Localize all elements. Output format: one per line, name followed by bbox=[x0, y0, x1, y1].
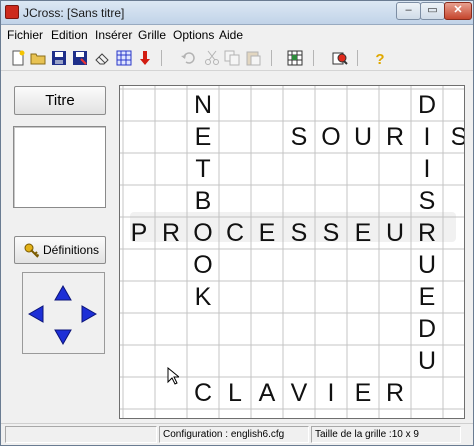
menu-options[interactable]: Options bbox=[173, 28, 214, 42]
key-icon bbox=[24, 242, 40, 268]
svg-text:?: ? bbox=[375, 51, 384, 66]
grid-cell-letter[interactable]: U bbox=[379, 217, 411, 249]
status-bar: Configuration : english6.cfg Taille de l… bbox=[1, 423, 473, 445]
grid-cell-letter[interactable]: R bbox=[379, 377, 411, 409]
grid-cell-letter[interactable]: E bbox=[187, 121, 219, 153]
undo-icon[interactable] bbox=[179, 49, 197, 67]
toolbar: ? bbox=[1, 45, 473, 71]
direction-pad bbox=[22, 272, 105, 354]
arrow-left-icon[interactable] bbox=[26, 304, 46, 324]
toolbar-separator bbox=[161, 50, 162, 66]
grid-cell-letter[interactable]: S bbox=[283, 217, 315, 249]
definitions-button[interactable]: Définitions bbox=[14, 236, 106, 264]
menu-bar: Fichier Edition Insérer Grille Options A… bbox=[1, 25, 473, 45]
title-button[interactable]: Titre bbox=[14, 86, 106, 115]
grid-cell-letter[interactable]: C bbox=[187, 377, 219, 409]
copy-icon[interactable] bbox=[223, 49, 241, 67]
maximize-button[interactable]: ▭ bbox=[420, 2, 445, 20]
menu-aide[interactable]: Aide bbox=[219, 28, 243, 42]
status-grid-size: Taille de la grille :10 x 9 bbox=[311, 426, 461, 443]
grid-cell-letter[interactable]: T bbox=[187, 153, 219, 185]
grid-pattern-icon[interactable] bbox=[115, 49, 133, 67]
arrow-down-icon[interactable] bbox=[53, 327, 73, 347]
window-title: JCross: [Sans titre] bbox=[23, 6, 125, 20]
status-message bbox=[5, 426, 157, 443]
menu-edition[interactable]: Edition bbox=[51, 28, 88, 42]
grid-cell-letter[interactable]: E bbox=[251, 217, 283, 249]
save-as-icon[interactable] bbox=[71, 49, 89, 67]
toolbar-separator bbox=[357, 50, 358, 66]
grid-cell-letter[interactable]: U bbox=[347, 121, 379, 153]
open-folder-icon[interactable] bbox=[29, 49, 47, 67]
app-icon bbox=[5, 5, 19, 19]
grid-cell-letter[interactable]: S bbox=[411, 185, 443, 217]
print-preview-icon[interactable] bbox=[331, 49, 349, 67]
grid-cell-letter[interactable]: S bbox=[315, 217, 347, 249]
grid-cell-letter[interactable]: D bbox=[411, 89, 443, 121]
toolbar-separator bbox=[313, 50, 314, 66]
title-text-area[interactable] bbox=[13, 126, 106, 208]
eraser-icon[interactable] bbox=[93, 49, 111, 67]
grid-cell-letter[interactable]: R bbox=[155, 217, 187, 249]
grid-cell-letter[interactable]: E bbox=[347, 377, 379, 409]
arrow-up-icon[interactable] bbox=[53, 283, 73, 303]
grid-cell-letter[interactable]: S bbox=[443, 121, 464, 153]
grid-cell-letter[interactable]: B bbox=[187, 185, 219, 217]
grid-cell-letter[interactable]: R bbox=[379, 121, 411, 153]
menu-inserer[interactable]: Insérer bbox=[95, 28, 132, 42]
paste-icon[interactable] bbox=[244, 49, 262, 67]
down-arrow-red-icon[interactable] bbox=[136, 49, 154, 67]
grid-cell-letter[interactable]: E bbox=[347, 217, 379, 249]
close-button[interactable]: ✕ bbox=[444, 2, 472, 20]
grid-cell-letter[interactable]: L bbox=[219, 377, 251, 409]
toolbar-separator bbox=[271, 50, 272, 66]
grid-cell-letter[interactable]: O bbox=[187, 217, 219, 249]
grid-settings-icon[interactable] bbox=[286, 49, 304, 67]
new-file-icon[interactable] bbox=[9, 49, 27, 67]
grid-cell-letter[interactable]: S bbox=[283, 121, 315, 153]
app-window: JCross: [Sans titre] – ▭ ✕ Fichier Editi… bbox=[0, 0, 474, 446]
grid-cell-letter[interactable]: N bbox=[187, 89, 219, 121]
grid-cell-letter[interactable]: O bbox=[187, 249, 219, 281]
grid-cell-letter[interactable]: I bbox=[315, 377, 347, 409]
definitions-label: Définitions bbox=[43, 243, 100, 257]
grid-cell-letter[interactable]: I bbox=[411, 121, 443, 153]
grid-cell-letter[interactable]: U bbox=[411, 249, 443, 281]
cut-icon[interactable] bbox=[203, 49, 221, 67]
grid-cell-letter[interactable]: K bbox=[187, 281, 219, 313]
help-question-icon[interactable]: ? bbox=[371, 49, 389, 67]
grid-cell-letter[interactable]: D bbox=[411, 313, 443, 345]
grid-cell-letter[interactable]: P bbox=[123, 217, 155, 249]
grid-cell-letter[interactable]: R bbox=[411, 217, 443, 249]
menu-fichier[interactable]: Fichier bbox=[7, 28, 43, 42]
grid-cell-letter[interactable]: E bbox=[411, 281, 443, 313]
grid-cell-letter[interactable]: C bbox=[219, 217, 251, 249]
title-bar[interactable]: JCross: [Sans titre] – ▭ ✕ bbox=[1, 1, 473, 25]
save-icon[interactable] bbox=[50, 49, 68, 67]
minimize-button[interactable]: – bbox=[396, 2, 421, 20]
arrow-right-icon[interactable] bbox=[79, 304, 99, 324]
status-configuration: Configuration : english6.cfg bbox=[159, 426, 309, 443]
grid-cell-letter[interactable]: I bbox=[411, 153, 443, 185]
grid-cell-letter[interactable]: U bbox=[411, 345, 443, 377]
grid-cell-letter[interactable]: A bbox=[251, 377, 283, 409]
grid-cell-letter[interactable]: O bbox=[315, 121, 347, 153]
grid-cell-letter[interactable]: V bbox=[283, 377, 315, 409]
mouse-cursor-icon bbox=[167, 366, 181, 390]
menu-grille[interactable]: Grille bbox=[138, 28, 166, 42]
